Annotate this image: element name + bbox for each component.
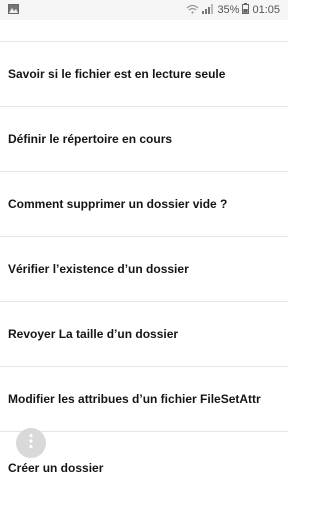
list-item[interactable]: Savoir si le fichier est en lecture seul… <box>0 41 288 106</box>
list-item[interactable]: Comment supprimer un dossier vide ? <box>0 171 288 236</box>
list-item-label: Revoyer La taille d’un dossier <box>8 327 179 341</box>
more-vertical-icon <box>29 433 33 454</box>
list-item[interactable]: Vérifier l’existence d’un dossier <box>0 236 288 301</box>
list-item-label: Définir le répertoire en cours <box>8 132 173 146</box>
list-item-label: Savoir si le fichier est en lecture seul… <box>8 67 226 81</box>
list-item[interactable]: Revoyer La taille d’un dossier <box>0 301 288 366</box>
battery-icon <box>242 3 250 17</box>
list-item-label: Créer un dossier <box>8 460 104 475</box>
list-item-label: Comment supprimer un dossier vide ? <box>8 197 228 211</box>
list-item-label: Modifier les attribues d’un fichier File… <box>8 392 261 406</box>
battery-percent: 35% <box>217 4 240 16</box>
clock: 01:05 <box>252 4 280 16</box>
more-options-button[interactable] <box>16 428 46 458</box>
gallery-icon <box>8 3 19 17</box>
list-item[interactable]: Définir le répertoire en cours <box>0 106 288 171</box>
status-bar: 35% 01:05 <box>0 0 288 20</box>
wifi-icon <box>186 4 199 17</box>
list-item[interactable]: Modifier les attribues d’un fichier File… <box>0 366 288 431</box>
signal-icon <box>202 3 214 17</box>
list-item-label: Vérifier l’existence d’un dossier <box>8 262 189 276</box>
